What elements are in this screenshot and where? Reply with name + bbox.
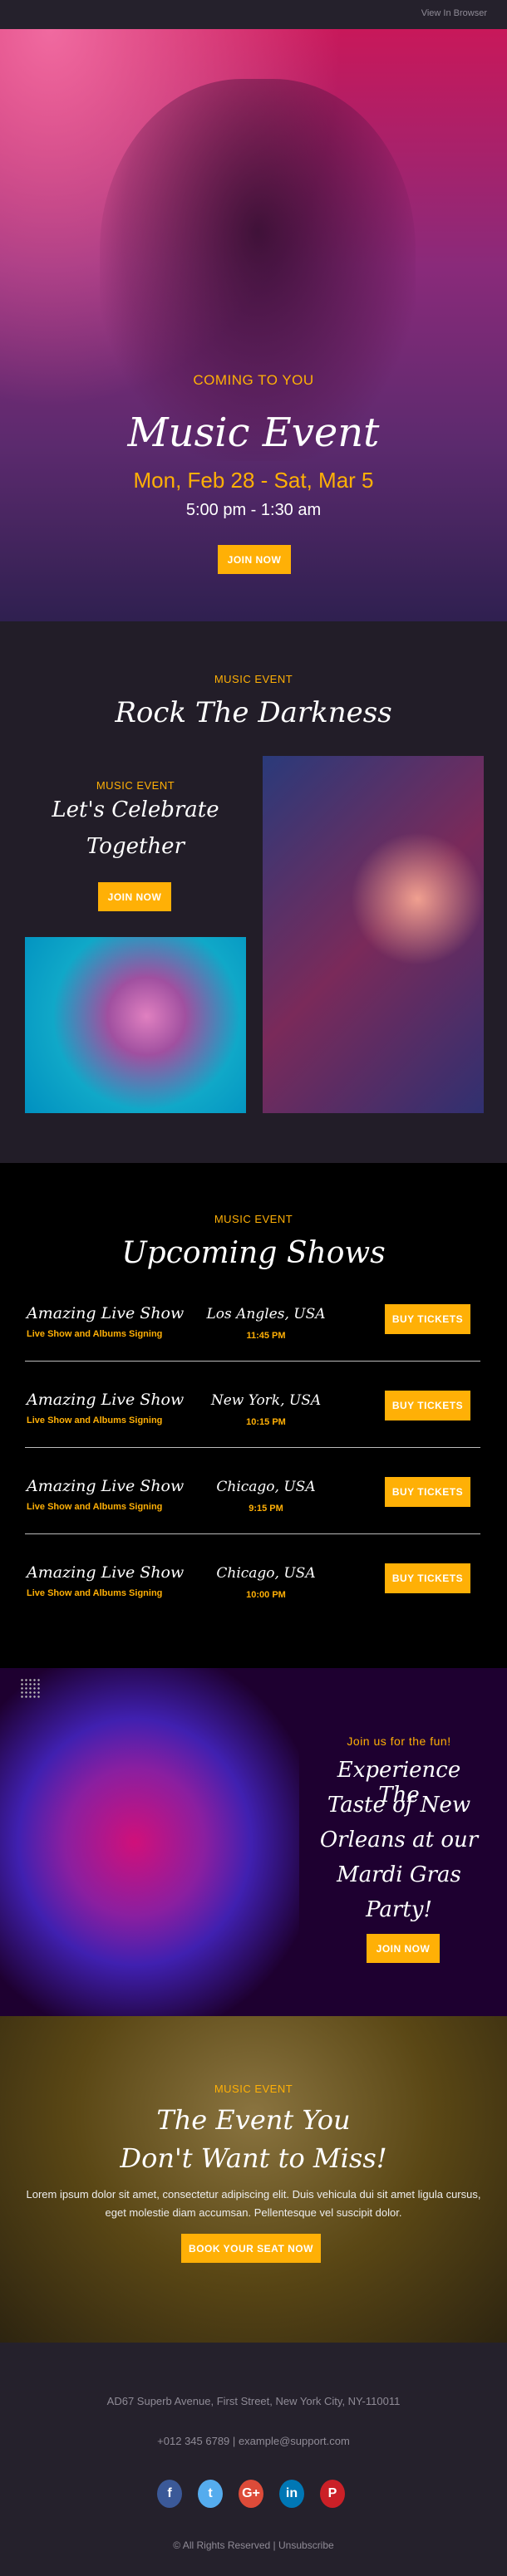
mardi-title-line: Taste of New [327, 1793, 471, 1818]
show-subtitle: Live Show and Albums Signing [27, 1416, 163, 1425]
top-bar: View In Browser [0, 0, 507, 29]
show-title: Amazing Live Show [27, 1563, 185, 1582]
show-title: Amazing Live Show [27, 1304, 185, 1322]
hero-section: COMING TO YOU Music Event Mon, Feb 28 - … [0, 29, 507, 621]
rock-sub-kicker: MUSIC EVENT [96, 779, 175, 792]
buy-tickets-button[interactable]: BUY TICKETS [385, 1477, 470, 1507]
show-subtitle: Live Show and Albums Signing [27, 1588, 163, 1598]
show-city: Chicago, USA [216, 1479, 316, 1495]
rock-section: MUSIC EVENT Rock The Darkness MUSIC EVEN… [0, 621, 507, 1163]
buy-tickets-button[interactable]: BUY TICKETS [385, 1391, 470, 1420]
social-glyph: in [285, 2486, 298, 2500]
unsubscribe-link[interactable]: Unsubscribe [278, 2539, 334, 2551]
separator: | [232, 2435, 236, 2447]
dots-pattern [20, 1678, 42, 1700]
show-title: Amazing Live Show [27, 1477, 185, 1495]
show-row: Amazing Live Show Live Show and Albums S… [0, 1391, 507, 1440]
show-subtitle: Live Show and Albums Signing [27, 1329, 163, 1339]
mardi-kicker: Join us for the fun! [347, 1735, 451, 1748]
show-city: New York, USA [210, 1392, 322, 1409]
show-time: 10:15 PM [246, 1417, 286, 1427]
shows-kicker: MUSIC EVENT [214, 1213, 293, 1225]
promo-kicker: MUSIC EVENT [214, 2083, 293, 2095]
show-city: Chicago, USA [216, 1565, 316, 1582]
show-time: 10:00 PM [246, 1590, 286, 1600]
social-links: f t G+ in P [157, 2480, 345, 2508]
rock-title: Rock The Darkness [115, 696, 392, 729]
google-plus-icon[interactable]: G+ [239, 2480, 263, 2508]
hero-title: Music Event [127, 410, 380, 456]
promo-title-2: Don't Want to Miss! [120, 2142, 387, 2174]
show-city: Los Angles, USA [206, 1306, 326, 1322]
show-time: 11:45 PM [246, 1331, 286, 1341]
hero-join-button[interactable]: JOIN NOW [218, 545, 291, 574]
view-in-browser-link[interactable]: View In Browser [421, 8, 487, 18]
promo-body: Lorem ipsum dolor sit amet, consectetur … [26, 2188, 481, 2219]
book-seat-button[interactable]: BOOK YOUR SEAT NOW [181, 2234, 321, 2263]
hero-dates: Mon, Feb 28 - Sat, Mar 5 [133, 468, 374, 493]
hero-kicker: COMING TO YOU [193, 372, 314, 388]
footer-address: AD67 Superb Avenue, First Street, New Yo… [106, 2395, 401, 2407]
promo-title-1: The Event You [156, 2104, 351, 2136]
mardi-join-button[interactable]: JOIN NOW [367, 1934, 440, 1963]
social-glyph: t [208, 2486, 213, 2500]
twitter-icon[interactable]: t [198, 2480, 223, 2508]
mardi-title-line: Mardi Gras [337, 1862, 461, 1887]
separator: | [273, 2539, 276, 2551]
divider [25, 1533, 480, 1534]
pinterest-icon[interactable]: P [320, 2480, 345, 2508]
rock-sub-title-2: Together [86, 834, 185, 859]
mardi-title-line: Orleans at our [319, 1828, 479, 1852]
rock-join-button[interactable]: JOIN NOW [98, 882, 171, 911]
linkedin-icon[interactable]: in [279, 2480, 304, 2508]
show-row: Amazing Live Show Live Show and Albums S… [0, 1563, 507, 1613]
dj-image [263, 756, 484, 1113]
social-glyph: f [167, 2486, 172, 2500]
promo-section: MUSIC EVENT The Event You Don't Want to … [0, 2016, 507, 2343]
show-title: Amazing Live Show [27, 1391, 185, 1409]
woman-headphones-image [25, 937, 246, 1113]
show-row: Amazing Live Show Live Show and Albums S… [0, 1304, 507, 1354]
footer: AD67 Superb Avenue, First Street, New Yo… [0, 2343, 507, 2576]
show-time: 9:15 PM [249, 1504, 283, 1514]
social-glyph: P [327, 2486, 337, 2500]
shows-title: Upcoming Shows [121, 1236, 386, 1270]
footer-email-link[interactable]: example@support.com [239, 2435, 350, 2447]
rock-sub-title-1: Let's Celebrate [52, 797, 219, 822]
buy-tickets-button[interactable]: BUY TICKETS [385, 1563, 470, 1593]
show-row: Amazing Live Show Live Show and Albums S… [0, 1477, 507, 1527]
copyright: © All Rights Reserved [173, 2539, 271, 2551]
hero-time: 5:00 pm - 1:30 am [185, 501, 322, 519]
social-glyph: G+ [242, 2486, 260, 2500]
buy-tickets-button[interactable]: BUY TICKETS [385, 1304, 470, 1334]
facebook-icon[interactable]: f [157, 2480, 182, 2508]
divider [25, 1447, 480, 1448]
divider [25, 1361, 480, 1362]
rock-kicker: MUSIC EVENT [214, 673, 293, 685]
girl-headphones-image [0, 1668, 299, 2016]
singer-image [100, 79, 416, 461]
footer-phone: +012 345 6789 [157, 2435, 230, 2447]
upcoming-shows-section: MUSIC EVENT Upcoming Shows Amazing Live … [0, 1163, 507, 1668]
mardi-gras-section: Join us for the fun! Experience The Taste… [0, 1668, 507, 2016]
mardi-title-line: Party! [366, 1897, 432, 1922]
show-subtitle: Live Show and Albums Signing [27, 1502, 163, 1512]
